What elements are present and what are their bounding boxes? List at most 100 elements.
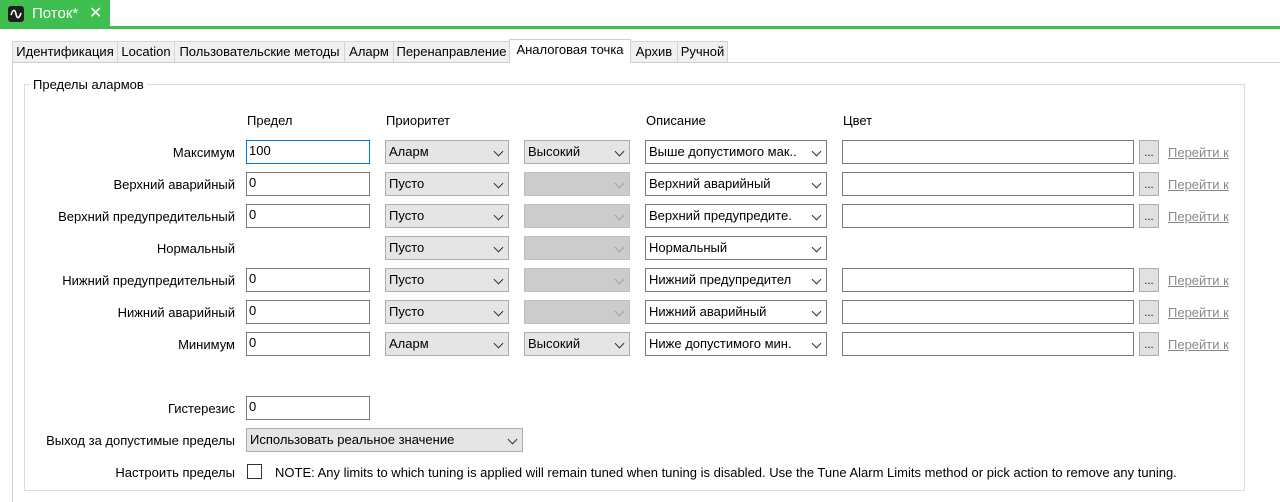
- chevron-down-icon: [811, 306, 822, 317]
- document-tab-title: Поток*: [32, 5, 79, 22]
- tab-archive[interactable]: Архив: [630, 41, 678, 62]
- level-select-maximum[interactable]: Высокий: [524, 140, 630, 164]
- row-label-low-warning: Нижний предупредительный: [62, 273, 235, 288]
- level-select-high-warning: [524, 204, 630, 228]
- chevron-down-icon: [614, 242, 625, 253]
- priority-value: Пусто: [389, 240, 425, 255]
- description-select-maximum[interactable]: Выше допустимого мак..: [645, 140, 827, 164]
- level-value: Высокий: [528, 144, 581, 159]
- priority-select-minimum[interactable]: Аларм: [385, 332, 509, 356]
- column-header-limit: Предел: [247, 113, 293, 128]
- color-picker-button-low-warning[interactable]: ...: [1139, 268, 1159, 292]
- out-of-range-select[interactable]: Использовать реальное значение: [246, 428, 523, 452]
- level-select-minimum[interactable]: Высокий: [524, 332, 630, 356]
- out-of-range-value: Использовать реальное значение: [250, 432, 455, 447]
- color-input-low-low[interactable]: [842, 300, 1134, 324]
- goto-link-minimum[interactable]: Перейти к: [1168, 337, 1229, 352]
- hysteresis-input[interactable]: 0: [246, 396, 370, 420]
- row-label-normal: Нормальный: [156, 241, 235, 256]
- goto-link-low-warning[interactable]: Перейти к: [1168, 273, 1229, 288]
- color-picker-button-high-warning[interactable]: ...: [1139, 204, 1159, 228]
- chevron-down-icon: [493, 338, 504, 349]
- column-header-priority: Приоритет: [386, 113, 451, 128]
- color-input-high-high[interactable]: [842, 172, 1134, 196]
- chevron-down-icon: [493, 146, 504, 157]
- chevron-down-icon: [493, 274, 504, 285]
- tune-limits-checkbox[interactable]: [247, 464, 262, 479]
- row-label-minimum: Минимум: [178, 337, 235, 352]
- priority-select-low-warning[interactable]: Пусто: [385, 268, 509, 292]
- tab-user-methods[interactable]: Пользовательские методы: [174, 41, 345, 62]
- description-value: Нижний аварийный: [649, 304, 767, 319]
- tab-analog-point[interactable]: Аналоговая точка: [509, 39, 631, 63]
- priority-value: Пусто: [389, 208, 425, 223]
- priority-value: Аларм: [389, 336, 429, 351]
- color-picker-button-maximum[interactable]: ...: [1139, 140, 1159, 164]
- limit-input-low-warning[interactable]: 0: [246, 268, 370, 292]
- color-picker-button-high-high[interactable]: ...: [1139, 172, 1159, 196]
- column-header-color: Цвет: [843, 113, 873, 128]
- column-header-description: Описание: [646, 113, 706, 128]
- goto-link-high-high[interactable]: Перейти к: [1168, 177, 1229, 192]
- level-select-low-warning: [524, 268, 630, 292]
- chevron-down-icon: [614, 338, 625, 349]
- chevron-down-icon: [614, 146, 625, 157]
- chevron-down-icon: [493, 306, 504, 317]
- level-value: Высокий: [528, 336, 581, 351]
- description-value: Нормальный: [649, 240, 728, 255]
- description-select-minimum[interactable]: Ниже допустимого мин.: [645, 332, 827, 356]
- priority-select-low-low[interactable]: Пусто: [385, 300, 509, 324]
- chevron-down-icon: [811, 178, 822, 189]
- group-title: Пределы алармов: [30, 77, 147, 92]
- priority-select-normal[interactable]: Пусто: [385, 236, 509, 260]
- tab-identification[interactable]: Идентификация: [12, 41, 118, 62]
- color-picker-button-minimum[interactable]: ...: [1139, 332, 1159, 356]
- goto-link-maximum[interactable]: Перейти к: [1168, 145, 1229, 160]
- out-of-range-label: Выход за допустимые пределы: [46, 433, 235, 448]
- chevron-down-icon: [614, 306, 625, 317]
- chevron-down-icon: [811, 274, 822, 285]
- description-select-high-warning[interactable]: Верхний предупредите.: [645, 204, 827, 228]
- color-input-high-warning[interactable]: [842, 204, 1134, 228]
- tab-location[interactable]: Location: [117, 41, 175, 62]
- chevron-down-icon: [614, 210, 625, 221]
- goto-link-high-warning[interactable]: Перейти к: [1168, 209, 1229, 224]
- priority-select-high-warning[interactable]: Пусто: [385, 204, 509, 228]
- chevron-down-icon: [614, 274, 625, 285]
- tab-alarm[interactable]: Аларм: [344, 41, 394, 62]
- goto-link-low-low[interactable]: Перейти к: [1168, 305, 1229, 320]
- priority-value: Аларм: [389, 144, 429, 159]
- description-select-low-warning[interactable]: Нижний предупредител: [645, 268, 827, 292]
- level-select-normal: [524, 236, 630, 260]
- color-input-maximum[interactable]: [842, 140, 1134, 164]
- waveform-icon: [8, 6, 24, 22]
- limit-input-minimum[interactable]: 0: [246, 332, 370, 356]
- chevron-down-icon: [493, 242, 504, 253]
- limit-input-high-warning[interactable]: 0: [246, 204, 370, 228]
- description-value: Верхний предупредите.: [649, 208, 792, 223]
- chevron-down-icon: [507, 434, 518, 445]
- description-select-low-low[interactable]: Нижний аварийный: [645, 300, 827, 324]
- close-icon[interactable]: ✕: [89, 3, 102, 23]
- tab-redirection[interactable]: Перенаправление: [393, 41, 510, 62]
- priority-value: Пусто: [389, 272, 425, 287]
- chevron-down-icon: [811, 242, 822, 253]
- color-input-minimum[interactable]: [842, 332, 1134, 356]
- row-label-low-low: Нижний аварийный: [117, 305, 235, 320]
- priority-select-high-high[interactable]: Пусто: [385, 172, 509, 196]
- limit-input-low-low[interactable]: 0: [246, 300, 370, 324]
- priority-value: Пусто: [389, 304, 425, 319]
- limit-input-high-high[interactable]: 0: [246, 172, 370, 196]
- chevron-down-icon: [493, 178, 504, 189]
- color-input-low-warning[interactable]: [842, 268, 1134, 292]
- description-select-high-high[interactable]: Верхний аварийный: [645, 172, 827, 196]
- tab-manual[interactable]: Ручной: [677, 41, 728, 62]
- description-select-normal[interactable]: Нормальный: [645, 236, 827, 260]
- row-label-maximum: Максимум: [172, 145, 235, 160]
- document-tab[interactable]: Поток* ✕: [0, 0, 110, 29]
- priority-select-maximum[interactable]: Аларм: [385, 140, 509, 164]
- color-picker-button-low-low[interactable]: ...: [1139, 300, 1159, 324]
- level-select-low-low: [524, 300, 630, 324]
- description-value: Выше допустимого мак..: [649, 144, 797, 159]
- limit-input-maximum[interactable]: 100: [246, 140, 370, 164]
